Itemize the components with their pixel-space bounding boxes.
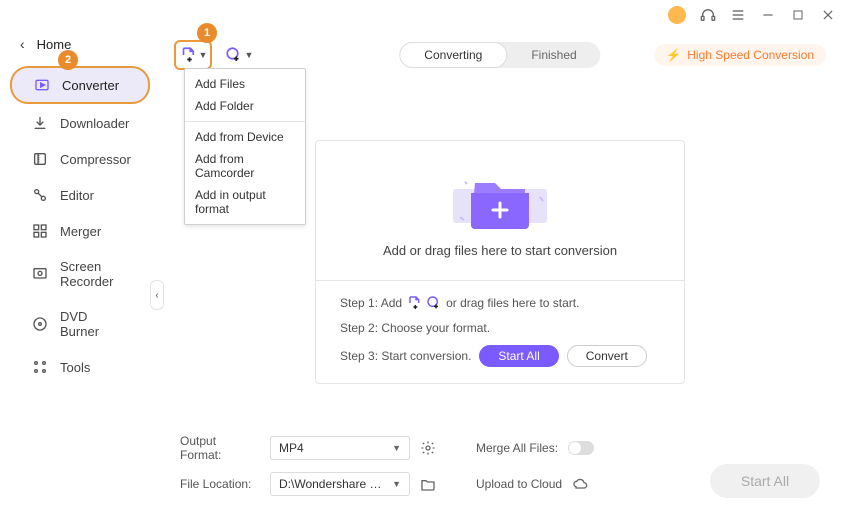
sidebar: ‹ Home Converter Downloader Compressor E… [0,0,160,526]
minimize-icon[interactable] [760,7,776,23]
toolbar: ▼ ▼ Converting Finished ⚡ High Speed Con… [160,30,840,80]
nav-label: Converter [62,78,119,93]
step1-post: or drag files here to start. [446,296,579,310]
converter-icon [34,77,50,93]
sidebar-item-editor[interactable]: Editor [10,178,150,212]
maximize-icon[interactable] [790,7,806,23]
nav-label: Tools [60,360,90,375]
back-icon[interactable]: ‹ [20,36,25,52]
merge-all-label: Merge All Files: [476,441,558,455]
status-tabs: Converting Finished [399,42,600,68]
high-speed-conversion[interactable]: ⚡ High Speed Conversion [654,44,826,66]
chevron-down-icon: ▼ [392,443,401,453]
dropzone-hero: Add or drag files here to start conversi… [316,167,684,280]
nav-label: Editor [60,188,94,203]
dropdown-add-output-format[interactable]: Add in output format [185,184,305,220]
menu-icon[interactable] [730,7,746,23]
convert-pill[interactable]: Convert [567,345,647,367]
merge-all-toggle[interactable] [568,441,594,455]
nav-list: Converter Downloader Compressor Editor M… [0,66,160,384]
dropdown-add-folder[interactable]: Add Folder [185,95,305,117]
file-location-label: File Location: [180,477,260,491]
titlebar [668,0,850,30]
sidebar-item-dvd-burner[interactable]: DVD Burner [10,300,150,348]
tools-icon [32,359,48,375]
dropdown-add-device[interactable]: Add from Device [185,126,305,148]
dvd-burner-icon [32,316,48,332]
sidebar-item-converter[interactable]: Converter [10,66,150,104]
step-1: Step 1: Add or drag files here to start. [340,295,660,311]
add-file-icon [406,295,422,311]
dropdown-add-files[interactable]: Add Files [185,73,305,95]
dropzone[interactable]: Add or drag files here to start conversi… [315,140,685,384]
nav-label: DVD Burner [60,309,128,339]
add-file-dropdown: Add Files Add Folder Add from Device Add… [184,68,306,225]
add-url-icon [426,295,442,311]
collapse-sidebar-handle[interactable]: ‹ [150,280,164,310]
dropzone-message: Add or drag files here to start conversi… [383,243,617,258]
footer-row-format: Output Format: MP4 ▼ Merge All Files: [180,434,820,462]
folder-plus-icon [460,167,540,227]
sidebar-item-merger[interactable]: Merger [10,214,150,248]
step1-pre: Step 1: Add [340,296,402,310]
sidebar-item-downloader[interactable]: Downloader [10,106,150,140]
output-format-select[interactable]: MP4 ▼ [270,436,410,460]
sidebar-item-compressor[interactable]: Compressor [10,142,150,176]
dropzone-steps: Step 1: Add or drag files here to start.… [316,280,684,383]
compressor-icon [32,151,48,167]
nav-label: Merger [60,224,101,239]
chevron-down-icon: ▼ [245,50,254,60]
nav-label: Compressor [60,152,131,167]
sidebar-item-screen-recorder[interactable]: Screen Recorder [10,250,150,298]
avatar[interactable] [668,6,686,24]
nav-label: Downloader [60,116,129,131]
downloader-icon [32,115,48,131]
tab-converting[interactable]: Converting [399,42,507,68]
bolt-icon: ⚡ [666,48,681,62]
settings-icon[interactable] [420,440,436,456]
headset-icon[interactable] [700,7,716,23]
content-panel: ‹ ▼ ▼ Converting Finished ⚡ High Speed C… [160,30,840,516]
high-speed-label: High Speed Conversion [687,48,814,62]
add-url-button[interactable]: ▼ [220,40,258,70]
open-folder-icon[interactable] [420,476,436,492]
tab-finished[interactable]: Finished [507,42,600,68]
start-all-button[interactable]: Start All [710,464,820,498]
nav-label: Screen Recorder [60,259,128,289]
chevron-down-icon: ▼ [392,479,401,489]
sidebar-item-tools[interactable]: Tools [10,350,150,384]
annotation-badge-2: 2 [58,50,78,70]
cloud-icon[interactable] [572,476,588,492]
start-all-pill[interactable]: Start All [479,345,558,367]
step3-pre: Step 3: Start conversion. [340,349,471,363]
chevron-down-icon: ▼ [199,50,208,60]
dropdown-add-camcorder[interactable]: Add from Camcorder [185,148,305,184]
file-location-select[interactable]: D:\Wondershare UniConverter 1 ▼ [270,472,410,496]
close-icon[interactable] [820,7,836,23]
screen-recorder-icon [32,266,48,282]
home-row[interactable]: ‹ Home [0,30,160,58]
upload-cloud-label: Upload to Cloud [476,477,562,491]
annotation-badge-1: 1 [197,23,217,43]
output-format-label: Output Format: [180,434,260,462]
file-location-value: D:\Wondershare UniConverter 1 [279,477,389,491]
step-2: Step 2: Choose your format. [340,321,660,335]
step-3: Step 3: Start conversion. Start All Conv… [340,345,660,367]
output-format-value: MP4 [279,441,304,455]
merger-icon [32,223,48,239]
editor-icon [32,187,48,203]
add-file-button[interactable]: ▼ [174,40,212,70]
